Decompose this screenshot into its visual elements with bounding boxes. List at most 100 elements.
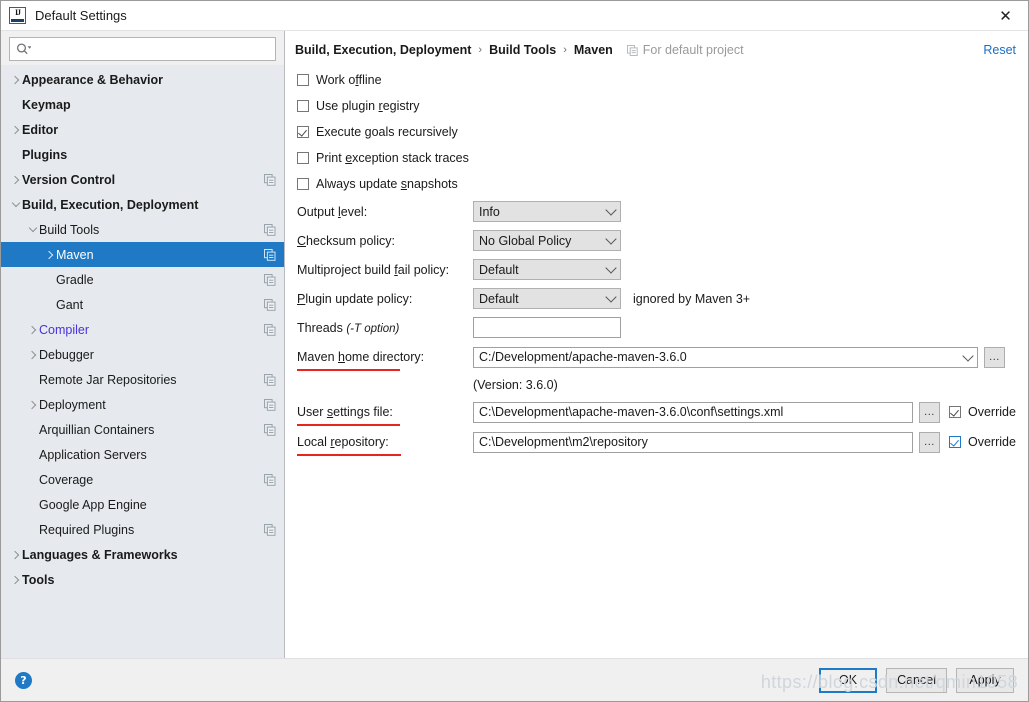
checkbox-row-execute-goals-recursively[interactable]: Execute goals recursively: [291, 119, 1028, 145]
dropdown-checksum-policy[interactable]: No Global Policy: [473, 230, 621, 251]
user-settings-override[interactable]: Override: [949, 405, 1016, 419]
checkbox-row-always-update-snapshots[interactable]: Always update snapshots: [291, 171, 1028, 197]
copy-settings-icon[interactable]: [264, 423, 276, 436]
chevron-right-icon[interactable]: [9, 123, 22, 136]
dropdown-multiproject-build-fail-policy[interactable]: Default: [473, 259, 621, 280]
sidebar-item-label: Tools: [22, 572, 55, 587]
copy-settings-icon[interactable]: [264, 523, 276, 536]
sidebar-item-remote-jar-repositories[interactable]: Remote Jar Repositories: [1, 367, 284, 392]
checkbox-use-plugin-registry[interactable]: [297, 100, 309, 112]
help-icon[interactable]: ?: [15, 671, 32, 689]
browse-local-repository-button[interactable]: ...: [919, 431, 940, 453]
browse-user-settings-button[interactable]: ...: [919, 401, 940, 423]
sidebar-item-version-control[interactable]: Version Control: [1, 167, 284, 192]
chevron-right-icon[interactable]: [26, 348, 39, 361]
sidebar-item-appearance-behavior[interactable]: Appearance & Behavior: [1, 67, 284, 92]
breadcrumb-item-build-tools[interactable]: Build Tools: [489, 43, 556, 57]
browse-maven-home-button[interactable]: ...: [984, 346, 1005, 368]
copy-settings-icon[interactable]: [264, 323, 276, 336]
search-input[interactable]: [31, 42, 275, 56]
checkbox-execute-goals-recursively[interactable]: [297, 126, 309, 138]
intellij-idea-icon: [9, 7, 26, 24]
chevron-down-icon: [605, 233, 617, 245]
checkbox-row-work-offline[interactable]: Work offline: [291, 67, 1028, 93]
sidebar-item-deployment[interactable]: Deployment: [1, 392, 284, 417]
copy-settings-icon[interactable]: [264, 298, 276, 311]
dialog-body: Appearance & Behavior Keymap Editor Plugins…: [1, 31, 1028, 658]
copy-settings-icon[interactable]: [264, 223, 276, 236]
sidebar-item-label: Gradle: [56, 272, 94, 287]
breadcrumb-item-build-execution-deployment[interactable]: Build, Execution, Deployment: [295, 43, 471, 57]
copy-settings-icon[interactable]: [264, 173, 276, 186]
reset-link[interactable]: Reset: [983, 43, 1016, 57]
breadcrumb-separator-icon: ›: [563, 44, 567, 56]
field-row-user-settings-file: User settings file: C:\Development\apache…: [291, 397, 1028, 427]
field-label-maven-home: Maven home directory:: [297, 350, 473, 371]
sidebar-item-label: Appearance & Behavior: [22, 72, 164, 87]
chevron-down-icon[interactable]: [26, 223, 39, 236]
chevron-right-icon[interactable]: [43, 248, 56, 261]
checkbox-always-update-snapshots[interactable]: [297, 178, 309, 190]
checkbox-override-user-settings[interactable]: [949, 406, 961, 418]
maven-home-directory-input[interactable]: C:/Development/apache-maven-3.6.0: [473, 346, 978, 368]
chevron-right-icon[interactable]: [9, 173, 22, 186]
checkbox-row-print-exception-stack-traces[interactable]: Print exception stack traces: [291, 145, 1028, 171]
sidebar-item-google-app-engine[interactable]: Google App Engine: [1, 492, 284, 517]
sidebar-item-label: Deployment: [39, 397, 106, 412]
chevron-right-icon[interactable]: [9, 73, 22, 86]
ok-button[interactable]: OK: [819, 667, 878, 693]
sidebar-item-languages-frameworks[interactable]: Languages & Frameworks: [1, 542, 284, 567]
sidebar-item-build-execution-deployment[interactable]: Build, Execution, Deployment: [1, 192, 284, 217]
sidebar-item-label: Remote Jar Repositories: [39, 372, 177, 387]
scope-indicator: For default project: [626, 43, 744, 57]
field-note: ignored by Maven 3+: [633, 291, 751, 306]
threads-input[interactable]: [473, 317, 621, 338]
copy-settings-icon[interactable]: [264, 273, 276, 286]
close-icon[interactable]: ✕: [983, 1, 1028, 30]
sidebar-item-compiler[interactable]: Compiler: [1, 317, 284, 342]
chevron-right-icon[interactable]: [26, 323, 39, 336]
sidebar-item-gant[interactable]: Gant: [1, 292, 284, 317]
field-label-user-settings: User settings file:: [297, 405, 473, 426]
field-row-multiproject-build-fail-policy: Multiproject build fail policy: Default: [291, 255, 1028, 284]
sidebar-item-tools[interactable]: Tools: [1, 567, 284, 592]
checkbox-label: Print exception stack traces: [316, 151, 469, 165]
chevron-right-icon[interactable]: [9, 548, 22, 561]
sidebar-item-arquillian-containers[interactable]: Arquillian Containers: [1, 417, 284, 442]
user-settings-file-input[interactable]: C:\Development\apache-maven-3.6.0\conf\s…: [473, 401, 913, 423]
copy-settings-icon[interactable]: [264, 248, 276, 261]
sidebar-item-plugins[interactable]: Plugins: [1, 142, 284, 167]
chevron-down-icon[interactable]: [962, 349, 974, 362]
sidebar-item-editor[interactable]: Editor: [1, 117, 284, 142]
sidebar-item-label: Required Plugins: [39, 522, 135, 537]
copy-settings-icon[interactable]: [264, 373, 276, 386]
chevron-down-icon[interactable]: [9, 198, 22, 211]
sidebar-item-keymap[interactable]: Keymap: [1, 92, 284, 117]
sidebar-item-label: Application Servers: [39, 447, 147, 462]
local-repository-override[interactable]: Override: [949, 435, 1016, 449]
breadcrumb-item-maven[interactable]: Maven: [574, 43, 613, 57]
settings-tree[interactable]: Appearance & Behavior Keymap Editor Plugins…: [1, 65, 284, 658]
chevron-right-icon[interactable]: [9, 573, 22, 586]
sidebar-item-coverage[interactable]: Coverage: [1, 467, 284, 492]
sidebar-item-maven[interactable]: Maven: [1, 242, 284, 267]
sidebar-item-application-servers[interactable]: Application Servers: [1, 442, 284, 467]
checkbox-print-exception-stack-traces[interactable]: [297, 152, 309, 164]
checkbox-work-offline[interactable]: [297, 74, 309, 86]
checkbox-override-local-repository[interactable]: [949, 436, 961, 448]
checkbox-row-use-plugin-registry[interactable]: Use plugin registry: [291, 93, 1028, 119]
cancel-button[interactable]: Cancel: [886, 667, 947, 693]
copy-settings-icon[interactable]: [264, 398, 276, 411]
dropdown-plugin-update-policy[interactable]: Default: [473, 288, 621, 309]
sidebar-item-required-plugins[interactable]: Required Plugins: [1, 517, 284, 542]
dropdown-output-level[interactable]: Info: [473, 201, 621, 222]
title-bar: Default Settings ✕: [1, 1, 1028, 31]
sidebar-item-gradle[interactable]: Gradle: [1, 267, 284, 292]
sidebar-item-debugger[interactable]: Debugger: [1, 342, 284, 367]
chevron-right-icon[interactable]: [26, 398, 39, 411]
apply-button[interactable]: Apply: [956, 667, 1014, 693]
search-box[interactable]: [9, 37, 276, 61]
local-repository-input[interactable]: C:\Development\m2\repository: [473, 431, 913, 453]
copy-settings-icon[interactable]: [264, 473, 276, 486]
sidebar-item-build-tools[interactable]: Build Tools: [1, 217, 284, 242]
